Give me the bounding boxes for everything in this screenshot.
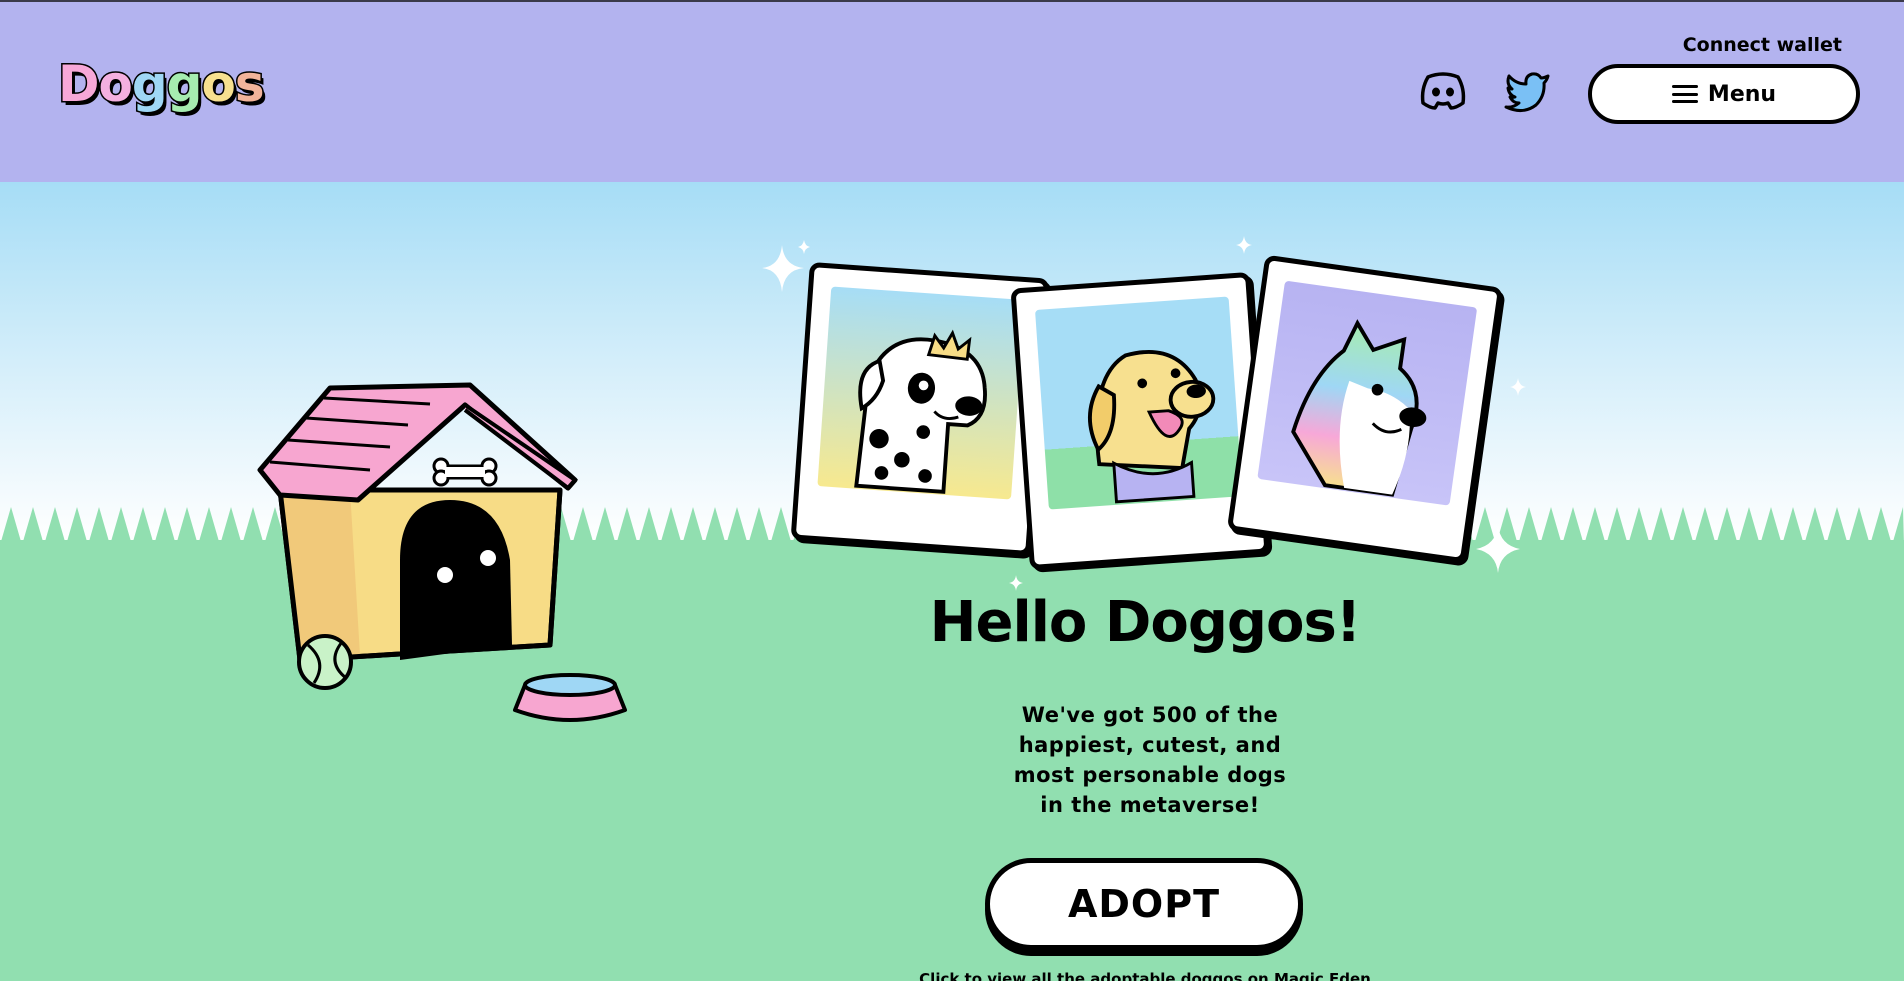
hero-subtitle: We've got 500 of the happiest, cutest, a… [980, 700, 1320, 820]
hero-subtitle-line: We've got 500 of the [1021, 703, 1279, 727]
sparkle-icon [1009, 575, 1023, 591]
dalmatian-polaroid [790, 261, 1050, 557]
adopt-button[interactable]: ADOPT [985, 858, 1303, 950]
sparkle-icon [1510, 378, 1526, 396]
sparkle-icon [762, 240, 810, 292]
golden-retriever-photo [1035, 296, 1243, 510]
hero-title: Hello Doggos! [929, 590, 1362, 655]
connect-wallet-button[interactable]: Connect wallet [1683, 34, 1842, 56]
dalmatian-photo [817, 286, 1025, 500]
sparkle-icon [1476, 525, 1520, 573]
hero-subtitle-line: happiest, cutest, and [1018, 733, 1282, 757]
menu-button[interactable]: Menu [1588, 64, 1860, 124]
doggos-logo[interactable]: Doggos [57, 54, 267, 115]
site-header: Doggos Connect wallet Menu [0, 0, 1904, 182]
hero-subtitle-line: in the metaverse! [1040, 793, 1260, 817]
sparkle-icon [1236, 236, 1252, 254]
rainbow-dog-photo [1257, 280, 1478, 506]
hamburger-icon [1671, 85, 1698, 103]
menu-label: Menu [1707, 81, 1777, 107]
twitter-icon[interactable] [1503, 67, 1553, 113]
doghouse-illustration [257, 382, 627, 722]
rainbow-dog-polaroid [1226, 254, 1504, 564]
adopt-footnote[interactable]: Click to view all the adoptable doggos o… [900, 970, 1390, 981]
discord-icon[interactable] [1418, 67, 1468, 113]
hero-subtitle-line: most personable dogs [1013, 763, 1287, 787]
